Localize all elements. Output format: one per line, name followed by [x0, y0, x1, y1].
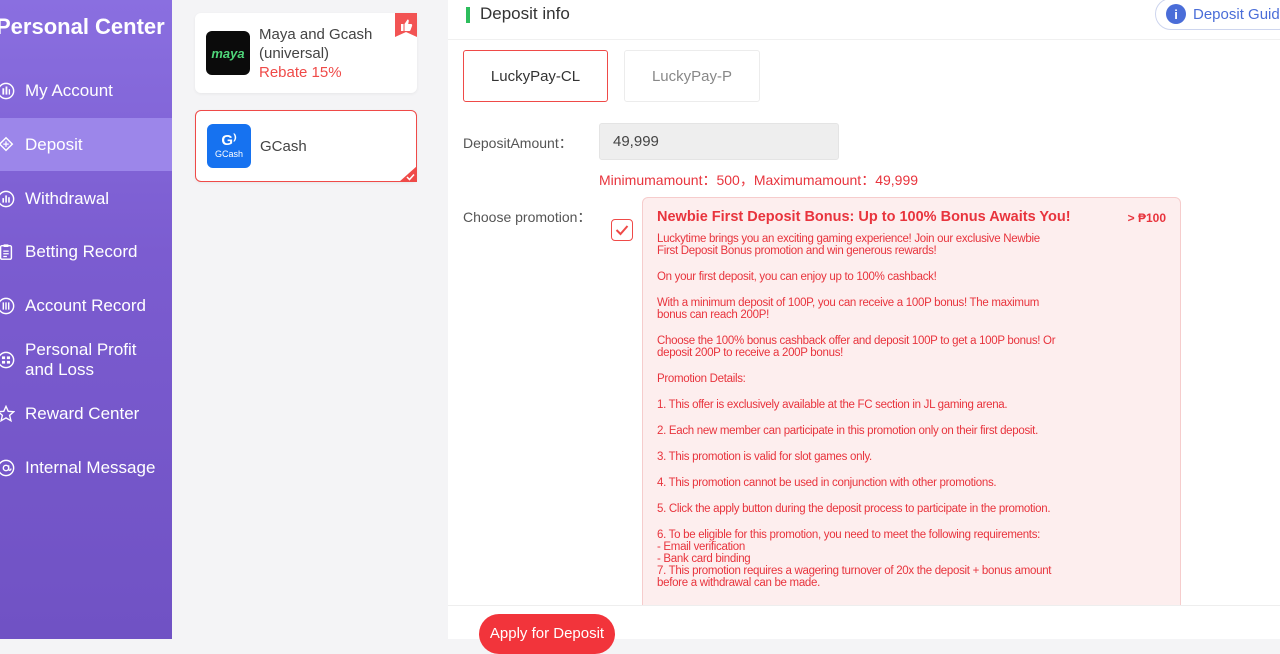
account-icon	[0, 81, 16, 101]
sidebar: Personal Center My Account Deposit Withd…	[0, 0, 172, 639]
sidebar-item-account-record[interactable]: Account Record	[0, 288, 172, 324]
promotion-paragraph: With a minimum deposit of 100P, you can …	[657, 297, 1040, 321]
withdrawal-icon	[0, 189, 16, 209]
promotion-title: Newbie First Deposit Bonus: Up to 100% B…	[657, 209, 1071, 225]
promotion-description: Luckytime brings you an exciting gaming …	[657, 233, 1107, 603]
sidebar-item-my-account[interactable]: My Account	[0, 73, 172, 109]
promotion-paragraph: 6. To be eligible for this promotion, yo…	[657, 529, 1052, 589]
sidebar-item-label: Personal Profit and Loss	[25, 340, 137, 379]
gcash-logo-icon: G⁾ GCash	[207, 124, 251, 168]
promotion-amount: > ₱100	[1127, 211, 1166, 225]
deposit-footer: Apply for Deposit	[448, 605, 1280, 654]
thumbs-up-badge-icon	[395, 13, 417, 37]
channel-name: GCash	[260, 137, 307, 155]
sidebar-item-label: Withdrawal	[25, 189, 110, 208]
sidebar-item-label: Deposit	[25, 134, 83, 154]
deposit-guide-button[interactable]: i Deposit Guid	[1155, 0, 1280, 30]
promotion-paragraph: Choose the 100% bonus cashback offer and…	[657, 335, 1056, 359]
payment-channel-list: maya Maya and Gcash (universal) Rebate 1…	[172, 0, 448, 639]
account-record-icon	[0, 296, 16, 316]
promotion-paragraph: 4. This promotion cannot be used in conj…	[657, 477, 997, 489]
promotion-paragraph: 1. This offer is exclusively available a…	[657, 399, 1008, 411]
maya-logo-icon: maya	[206, 31, 250, 75]
sidebar-item-label: Reward Center	[25, 404, 140, 423]
sidebar-item-internal-message[interactable]: Internal Message	[0, 450, 172, 486]
betting-record-icon	[0, 242, 16, 262]
choose-promotion-label: Choose promotion：	[463, 209, 592, 225]
channel-name: Maya and Gcash (universal)	[259, 25, 373, 62]
tab-luckypay-cl[interactable]: LuckyPay-CL	[463, 50, 608, 102]
channel-card-maya[interactable]: maya Maya and Gcash (universal) Rebate 1…	[195, 13, 417, 93]
deposit-panel: Deposit info i Deposit Guid LuckyPay-CL …	[448, 0, 1280, 654]
reward-icon	[0, 404, 16, 424]
promotion-paragraph: 5. Click the apply button during the dep…	[657, 503, 1051, 515]
deposit-header: Deposit info i Deposit Guid	[448, 0, 1280, 40]
sidebar-title: Personal Center	[0, 14, 165, 39]
promotion-checkbox[interactable]	[611, 219, 633, 241]
sidebar-item-label: My Account	[25, 81, 113, 100]
promotion-paragraph: 3. This promotion is valid for slot game…	[657, 451, 872, 463]
promotion-paragraph: On your first deposit, you can enjoy up …	[657, 271, 937, 283]
tab-luckypay-p[interactable]: LuckyPay-P	[624, 50, 760, 102]
sidebar-item-withdrawal[interactable]: Withdrawal	[0, 181, 172, 217]
check-icon	[615, 225, 629, 236]
channel-card-gcash[interactable]: G⁾ GCash GCash	[195, 110, 417, 182]
apply-for-deposit-button[interactable]: Apply for Deposit	[479, 614, 615, 654]
deposit-amount-input[interactable]	[599, 123, 839, 160]
selected-check-icon	[399, 166, 417, 182]
page-title: Deposit info	[480, 4, 570, 23]
promotion-paragraph: Luckytime brings you an exciting gaming …	[657, 233, 1040, 257]
sidebar-item-reward-center[interactable]: Reward Center	[0, 396, 172, 432]
sidebar-item-label: Betting Record	[25, 242, 138, 261]
message-icon	[0, 458, 16, 478]
sidebar-item-deposit[interactable]: Deposit	[0, 118, 172, 171]
sidebar-item-label: Internal Message	[25, 458, 156, 477]
amount-limits: Minimumamount：500，Maximumamount：49,999	[599, 172, 919, 188]
channel-rebate: Rebate 15%	[259, 63, 342, 81]
header-indicator	[466, 7, 470, 23]
sidebar-item-profit-loss[interactable]: Personal Profit and Loss	[0, 338, 172, 382]
deposit-amount-label: DepositAmount：	[463, 135, 573, 151]
promotion-card[interactable]: Newbie First Deposit Bonus: Up to 100% B…	[642, 197, 1181, 617]
deposit-icon	[0, 135, 16, 155]
profit-loss-icon	[0, 350, 16, 370]
promotion-paragraph: 2. Each new member can participate in th…	[657, 425, 1038, 437]
sidebar-item-label: Account Record	[25, 296, 146, 315]
promotion-paragraph: Promotion Details:	[657, 373, 746, 385]
sidebar-item-betting-record[interactable]: Betting Record	[0, 234, 172, 270]
deposit-guide-label: Deposit Guid	[1193, 5, 1280, 23]
info-icon: i	[1166, 4, 1186, 24]
